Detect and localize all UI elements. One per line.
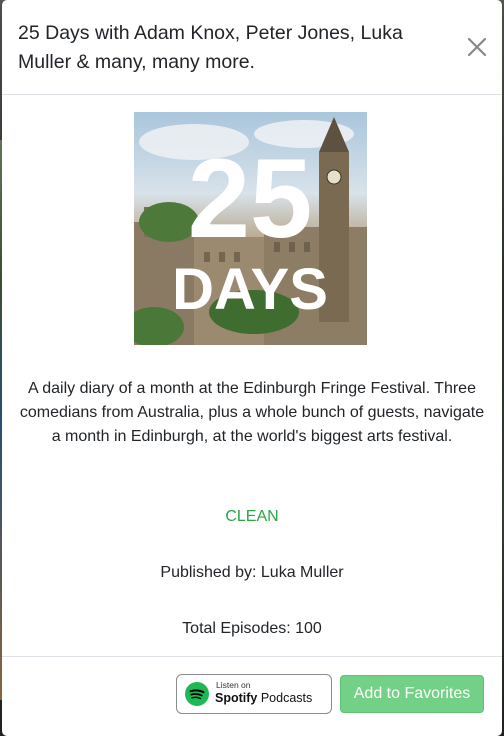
listen-on-spotify-button[interactable]: Listen on Spotify Podcasts [176, 674, 332, 714]
modal-header: 25 Days with Adam Knox, Peter Jones, Luk… [2, 0, 502, 95]
publisher-line: Published by: Luka Muller [160, 564, 344, 581]
modal-body: 25 DAYS A daily diary of a month at the … [2, 96, 502, 656]
total-episodes-line: Total Episodes: 100 [182, 620, 322, 637]
content-rating-badge: CLEAN [225, 508, 279, 525]
spotify-brand-label: Spotify Podcasts [215, 691, 312, 705]
cover-word-text: DAYS [172, 257, 328, 322]
spotify-podcasts-word: Podcasts [260, 691, 313, 705]
podcast-modal: 25 Days with Adam Knox, Peter Jones, Luk… [2, 0, 502, 736]
podcast-description: A daily diary of a month at the Edinburg… [19, 380, 485, 445]
cover-number-text: 25 [188, 136, 313, 261]
podcast-cover-image: 25 DAYS [134, 112, 367, 345]
spotify-listen-label: Listen on [216, 680, 251, 690]
modal-title: 25 Days with Adam Knox, Peter Jones, Luk… [18, 22, 403, 73]
spotify-wordmark: Spotify [215, 691, 258, 705]
close-button[interactable] [466, 36, 488, 58]
add-to-favorites-button[interactable]: Add to Favorites [340, 675, 484, 713]
close-icon [467, 37, 487, 57]
modal-footer: Listen on Spotify Podcasts Add to Favori… [2, 656, 502, 736]
spotify-icon [185, 682, 209, 706]
